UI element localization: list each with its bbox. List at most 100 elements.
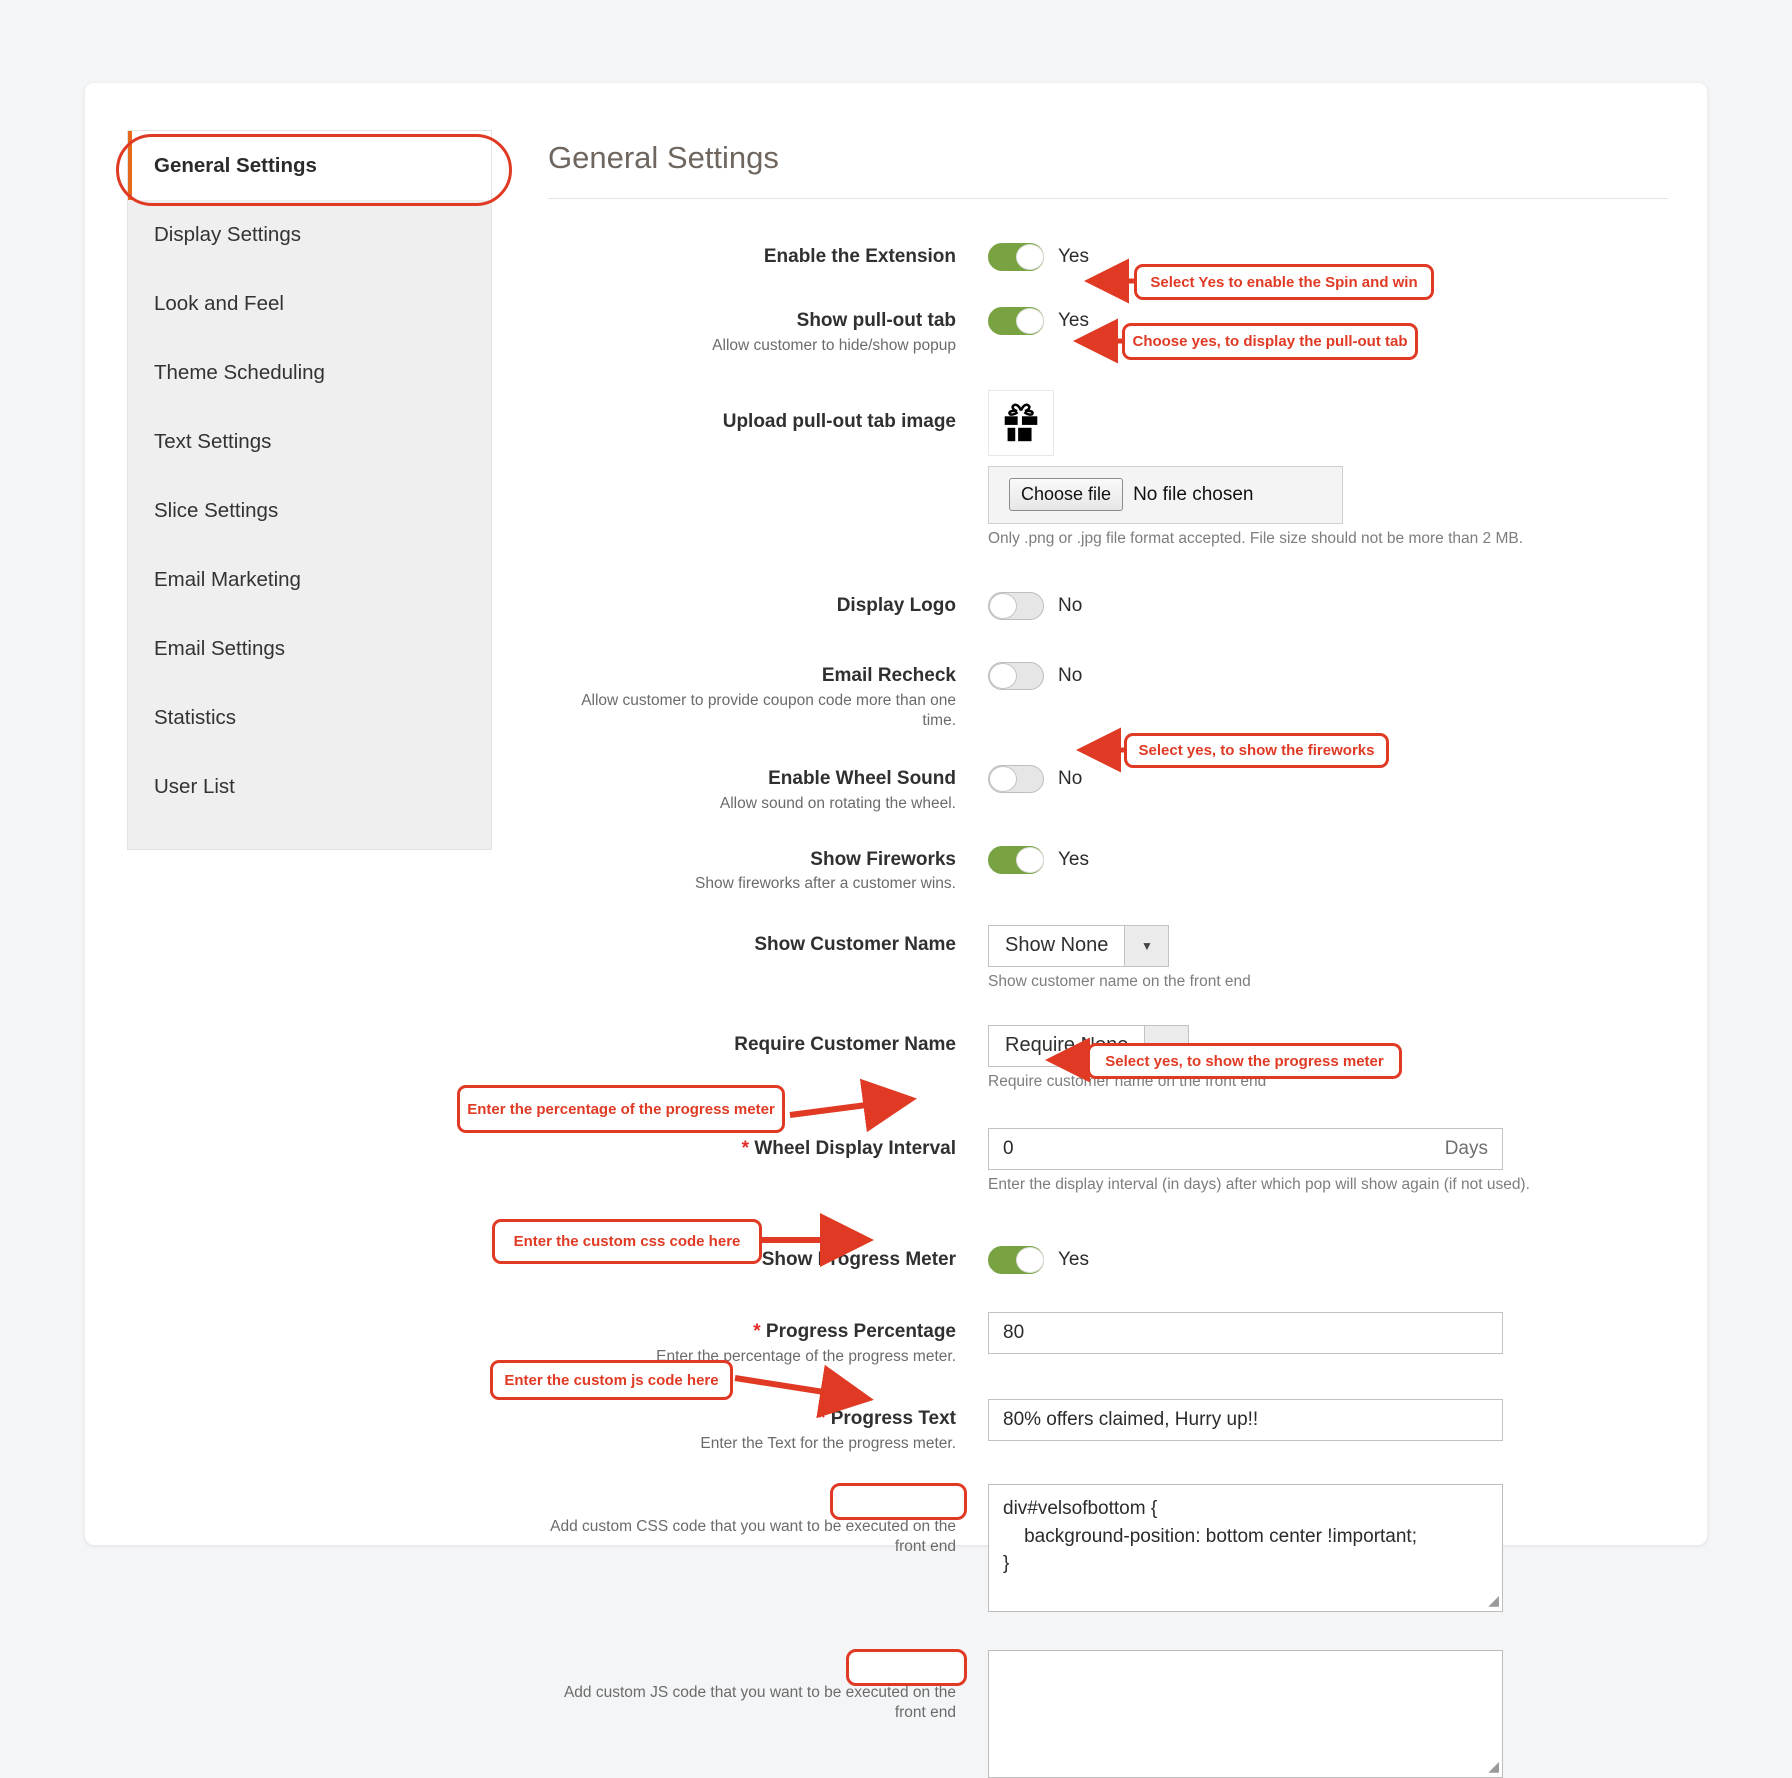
annotation-enable-extension: Select Yes to enable the Spin and win [1134, 264, 1434, 300]
toggle-switch[interactable] [988, 661, 1044, 690]
sidebar-item-text-settings[interactable]: Text Settings [128, 407, 491, 476]
field-label: Show Customer Name [548, 925, 988, 957]
field-show-customer-name: Show Customer Name Show None ▼ Show cust… [548, 924, 1668, 993]
toggle-enable-wheel-sound[interactable]: No [988, 764, 1668, 793]
toggle-knob [1016, 308, 1044, 334]
label-text: Require Customer Name [734, 1033, 956, 1055]
sidebar-item-slice-settings[interactable]: Slice Settings [128, 476, 491, 545]
sidebar-item-label: Text Settings [154, 429, 272, 453]
annotation-pullout-tab: Choose yes, to display the pull-out tab [1122, 323, 1418, 360]
field-label: Show pull-out tab Allow customer to hide… [548, 307, 988, 356]
select-show-customer-name[interactable]: Show None ▼ [988, 924, 1170, 967]
sidebar-item-label: Theme Scheduling [154, 360, 325, 384]
toggle-switch[interactable] [988, 764, 1044, 793]
toggle-switch[interactable] [988, 1246, 1044, 1275]
sidebar-item-user-list[interactable]: User List [128, 752, 491, 821]
field-email-recheck: Email Recheck Allow customer to provide … [548, 661, 1668, 731]
textarea-custom-css[interactable]: div#velsofbottom { background-position: … [988, 1484, 1503, 1613]
toggle-knob [989, 765, 1017, 792]
toggle-value: Yes [1058, 1249, 1089, 1271]
sidebar-item-label: Statistics [154, 705, 237, 729]
toggle-show-progress-meter[interactable]: Yes [988, 1246, 1668, 1275]
field-upload-pullout-image: Upload pull-out tab image Choose file No… [548, 389, 1668, 550]
field-label: * Progress Text Enter the Text for the p… [548, 1399, 988, 1454]
select-hint: Show customer name on the front end [988, 972, 1251, 990]
toggle-switch[interactable] [988, 591, 1044, 620]
toggle-email-recheck[interactable]: No [988, 661, 1668, 690]
field-show-fireworks: Show Fireworks Show fireworks after a cu… [548, 845, 1668, 895]
toggle-knob [1016, 1247, 1044, 1274]
field-enable-extension: Enable the Extension Yes [548, 243, 1668, 271]
annotation-progress-percentage: Enter the percentage of the progress met… [457, 1085, 785, 1133]
toggle-switch[interactable] [988, 307, 1044, 335]
toggle-knob [989, 592, 1017, 619]
sidebar-item-statistics[interactable]: Statistics [128, 683, 491, 752]
settings-sidebar: General Settings Display Settings Look a… [127, 130, 492, 850]
input-progress-percentage[interactable]: 80 [988, 1312, 1503, 1355]
field-label: Email Recheck Allow customer to provide … [548, 662, 988, 731]
toggle-switch[interactable] [988, 243, 1044, 271]
resize-handle-icon[interactable]: ◢ [1488, 1590, 1499, 1610]
chevron-down-icon[interactable]: ▼ [1124, 925, 1169, 966]
sidebar-item-label: Look and Feel [154, 291, 284, 315]
field-display-logo: Display Logo No [548, 591, 1668, 620]
toggle-knob [989, 662, 1017, 689]
annotation-fireworks: Select yes, to show the fireworks [1124, 733, 1389, 768]
sidebar-item-label: Display Settings [154, 222, 301, 246]
sidebar-item-email-settings[interactable]: Email Settings [128, 614, 491, 683]
sidebar-item-theme-scheduling[interactable]: Theme Scheduling [128, 338, 491, 407]
field-label: Require Customer Name [548, 1025, 988, 1057]
file-upload-input[interactable]: Choose file No file chosen [988, 465, 1343, 524]
sidebar-item-display-settings[interactable]: Display Settings [128, 200, 491, 269]
label-text: Show Customer Name [754, 933, 956, 955]
annotation-progress-meter: Select yes, to show the progress meter [1087, 1043, 1402, 1079]
label-text: Email Recheck [821, 664, 956, 686]
label-text: Enable the Extension [763, 246, 956, 267]
settings-main: General Settings Enable the Extension Ye… [548, 140, 1668, 1778]
label-text: Show Fireworks [810, 848, 956, 870]
toggle-knob [1016, 244, 1044, 270]
field-label: Enable the Extension [548, 243, 988, 269]
sidebar-item-look-and-feel[interactable]: Look and Feel [128, 269, 491, 338]
file-name-label: No file chosen [1133, 483, 1254, 505]
input-suffix: Days [1444, 1138, 1488, 1160]
toggle-value: No [1058, 767, 1083, 789]
field-note: Allow sound on rotating the wheel. [719, 794, 956, 812]
toggle-switch[interactable] [988, 845, 1044, 874]
field-custom-css: Custom CSS Add custom CSS code that you … [548, 1484, 1668, 1613]
field-progress-text: * Progress Text Enter the Text for the p… [548, 1399, 1668, 1454]
input-progress-text[interactable]: 80% offers claimed, Hurry up!! [988, 1399, 1503, 1442]
sidebar-item-email-marketing[interactable]: Email Marketing [128, 545, 491, 614]
field-label: Upload pull-out tab image [548, 390, 988, 434]
field-note: Add custom CSS code that you want to be … [550, 1517, 956, 1556]
sidebar-item-label: User List [154, 774, 235, 798]
field-note: Enter the Text for the progress meter. [700, 1435, 956, 1453]
label-text: Progress Percentage [765, 1321, 956, 1343]
sidebar-item-label: Slice Settings [154, 498, 279, 522]
annotation-custom-js: Enter the custom js code here [490, 1360, 733, 1400]
input-wheel-display-interval[interactable]: 0 Days [988, 1128, 1503, 1171]
annotation-custom-css: Enter the custom css code here [492, 1219, 762, 1264]
choose-file-button[interactable]: Choose file [1009, 478, 1124, 512]
sidebar-item-label: Email Settings [154, 636, 286, 660]
toggle-value: Yes [1058, 310, 1089, 331]
textarea-custom-js[interactable]: ◢ [988, 1650, 1503, 1778]
field-show-pullout-tab: Show pull-out tab Allow customer to hide… [548, 307, 1668, 356]
annotation-highlight-custom-js-label [845, 1649, 967, 1687]
textarea-value: div#velsofbottom { background-position: … [1003, 1498, 1417, 1575]
label-text: Upload pull-out tab image [722, 410, 956, 432]
required-marker: * [741, 1138, 750, 1160]
select-value: Show None [1005, 934, 1109, 957]
input-value: 80 [1003, 1322, 1025, 1344]
required-marker: * [818, 1408, 826, 1430]
toggle-show-fireworks[interactable]: Yes [988, 845, 1668, 874]
toggle-value: Yes [1058, 246, 1089, 267]
field-enable-wheel-sound: Enable Wheel Sound Allow sound on rotati… [548, 764, 1668, 814]
field-note: Show fireworks after a customer wins. [694, 875, 956, 893]
field-note: Add custom JS code that you want to be e… [563, 1683, 956, 1722]
label-text: Progress Text [830, 1408, 956, 1430]
toggle-display-logo[interactable]: No [988, 591, 1668, 620]
toggle-knob [1016, 846, 1044, 873]
label-text: Display Logo [836, 594, 956, 616]
resize-handle-icon[interactable]: ◢ [1488, 1756, 1499, 1776]
